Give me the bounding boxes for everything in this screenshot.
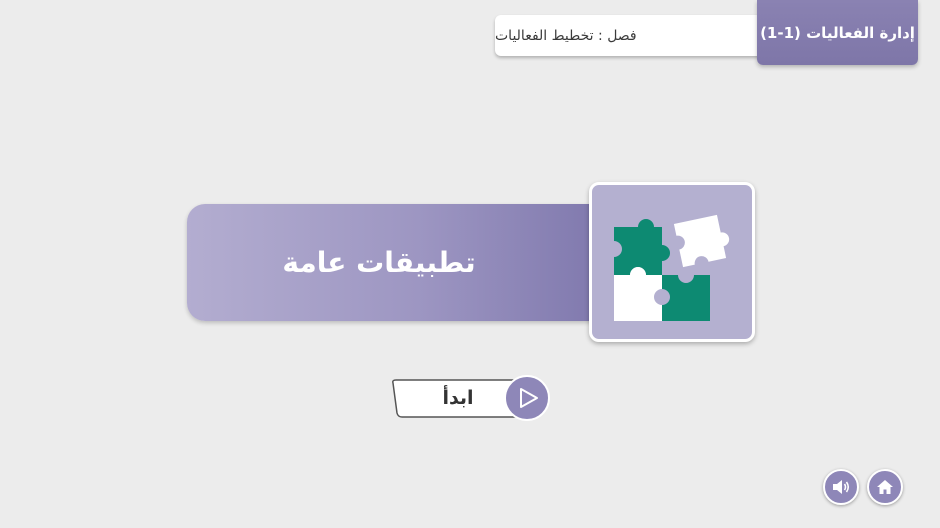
home-button[interactable] bbox=[867, 469, 903, 505]
course-title-tab: إدارة الفعاليات (1-1) bbox=[757, 0, 918, 65]
home-icon bbox=[877, 480, 893, 494]
speaker-icon bbox=[833, 480, 850, 494]
start-button[interactable]: ابدأ bbox=[390, 375, 550, 421]
chapter-label-box: فصل : تخطيط الفعاليات bbox=[495, 15, 780, 56]
puzzle-icon bbox=[614, 214, 730, 321]
lesson-title: تطبيقات عامة bbox=[282, 246, 476, 279]
course-title: إدارة الفعاليات (1-1) bbox=[760, 23, 915, 42]
start-button-label: ابدأ bbox=[442, 387, 474, 409]
lesson-icon-card bbox=[589, 182, 755, 342]
lesson-title-banner: تطبيقات عامة bbox=[187, 204, 607, 321]
sound-button[interactable] bbox=[823, 469, 859, 505]
chapter-label: فصل : تخطيط الفعاليات bbox=[495, 27, 637, 44]
